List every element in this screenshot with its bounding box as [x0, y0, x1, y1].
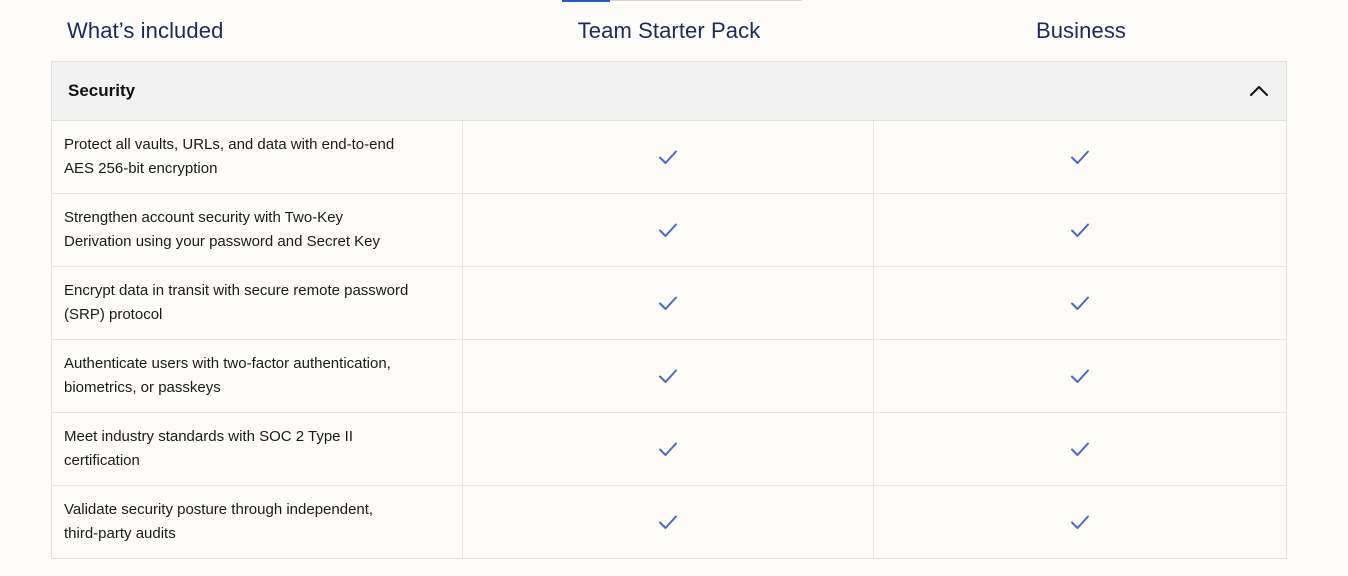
- table-row: Encrypt data in transit with secure remo…: [52, 267, 1286, 340]
- comparison-table: Security Protect all vaults, URLs, and d…: [51, 61, 1287, 559]
- feature-description: Meet industry standards with SOC 2 Type …: [52, 413, 463, 485]
- table-row: Meet industry standards with SOC 2 Type …: [52, 413, 1286, 486]
- check-icon: [659, 223, 678, 237]
- team-starter-pack-cell: [463, 413, 875, 485]
- check-icon: [659, 150, 678, 164]
- feature-description-line: Encrypt data in transit with secure remo…: [64, 282, 409, 299]
- feature-description: Validate security posture through indepe…: [52, 486, 463, 558]
- feature-rows: Protect all vaults, URLs, and data with …: [52, 121, 1286, 558]
- feature-description: Strengthen account security with Two-Key…: [52, 194, 463, 266]
- comparison-header: What’s included Team Starter Pack Busine…: [52, 0, 1287, 61]
- business-cell: [874, 486, 1286, 558]
- feature-description-line: AES 256-bit encryption: [64, 160, 218, 177]
- check-icon: [1071, 515, 1090, 529]
- table-row: Authenticate users with two-factor authe…: [52, 340, 1286, 413]
- feature-description-line: Strengthen account security with Two-Key: [64, 209, 344, 226]
- feature-description-line: biometrics, or passkeys: [64, 379, 221, 396]
- business-cell: [874, 413, 1286, 485]
- team-starter-pack-cell: [463, 267, 875, 339]
- team-starter-pack-cell: [463, 121, 875, 193]
- chevron-up-icon[interactable]: [1248, 80, 1270, 102]
- check-icon: [659, 369, 678, 383]
- feature-description: Protect all vaults, URLs, and data with …: [52, 121, 463, 193]
- business-cell: [874, 121, 1286, 193]
- feature-column-heading: What’s included: [67, 17, 224, 43]
- section-title: Security: [68, 81, 136, 100]
- feature-description-line: Validate security posture through indepe…: [64, 501, 374, 518]
- check-icon: [1071, 150, 1090, 164]
- team-starter-pack-cell: [463, 486, 875, 558]
- feature-description: Encrypt data in transit with secure remo…: [52, 267, 463, 339]
- table-row: Validate security posture through indepe…: [52, 486, 1286, 558]
- plan-heading-team-starter-pack: Team Starter Pack: [577, 17, 761, 43]
- table-row: Strengthen account security with Two-Key…: [52, 194, 1286, 267]
- feature-description-line: Protect all vaults, URLs, and data with …: [64, 136, 395, 153]
- feature-description-line: (SRP) protocol: [64, 306, 163, 323]
- check-icon: [659, 515, 678, 529]
- check-icon: [1071, 369, 1090, 383]
- feature-description-line: Meet industry standards with SOC 2 Type …: [64, 428, 354, 445]
- check-icon: [1071, 296, 1090, 310]
- table-row: Protect all vaults, URLs, and data with …: [52, 121, 1286, 194]
- section-toggle-security[interactable]: Security: [52, 62, 1286, 121]
- check-icon: [659, 296, 678, 310]
- plan-heading-business: Business: [1035, 17, 1127, 43]
- team-starter-pack-cell: [463, 194, 875, 266]
- check-icon: [1071, 223, 1090, 237]
- team-starter-pack-cell: [463, 340, 875, 412]
- feature-description-line: third-party audits: [64, 525, 176, 542]
- check-icon: [659, 442, 678, 456]
- feature-description-line: Authenticate users with two-factor authe…: [64, 355, 391, 372]
- feature-description-line: certification: [64, 452, 140, 469]
- business-cell: [874, 267, 1286, 339]
- business-cell: [874, 340, 1286, 412]
- check-icon: [1071, 442, 1090, 456]
- business-cell: [874, 194, 1286, 266]
- feature-description-line: Derivation using your password and Secre…: [64, 233, 380, 250]
- feature-description: Authenticate users with two-factor authe…: [52, 340, 463, 412]
